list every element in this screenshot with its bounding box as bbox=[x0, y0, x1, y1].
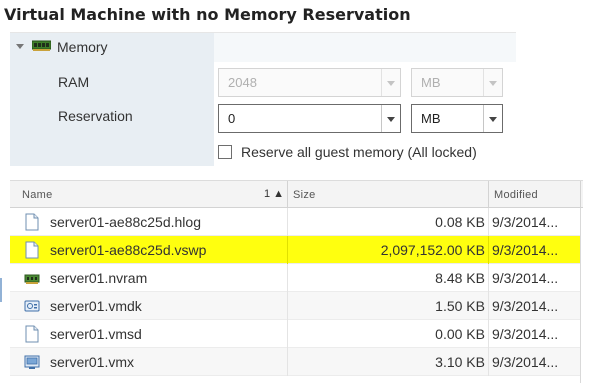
table-row[interactable]: server01.nvram 8.48 KB 9/3/2014... bbox=[10, 264, 580, 292]
file-modified: 9/3/2014... bbox=[492, 270, 559, 286]
datastore-file-table: Name 1 ▲ Size Modified server01-ae88c25d… bbox=[10, 180, 583, 383]
ram-value-combobox: 2048 bbox=[218, 68, 401, 97]
reservation-label: Reservation bbox=[58, 108, 133, 124]
table-row[interactable]: server01.vmdk 1.50 KB 9/3/2014... bbox=[10, 292, 580, 320]
file-modified: 9/3/2014... bbox=[492, 298, 559, 314]
expand-toggle-icon[interactable] bbox=[16, 44, 24, 49]
table-row[interactable]: server01-ae88c25d.hlog 0.08 KB 9/3/2014.… bbox=[10, 208, 580, 236]
reservation-unit-select[interactable]: MB bbox=[411, 104, 503, 133]
ram-unit-select: MB bbox=[411, 68, 503, 97]
ram-dropdown-arrow-icon bbox=[381, 69, 400, 96]
reservation-dropdown-arrow-icon[interactable] bbox=[381, 105, 400, 132]
reserve-all-memory-label[interactable]: Reserve all guest memory (All locked) bbox=[241, 144, 477, 160]
file-icon bbox=[25, 325, 39, 343]
page-title: Virtual Machine with no Memory Reservati… bbox=[4, 5, 411, 24]
virtual-disk-icon bbox=[24, 300, 40, 312]
file-size: 2,097,152.00 KB bbox=[380, 242, 485, 258]
file-size: 3.10 KB bbox=[435, 354, 485, 370]
file-size: 8.48 KB bbox=[435, 270, 485, 286]
table-row[interactable]: server01.vmsd 0.00 KB 9/3/2014... bbox=[10, 320, 580, 348]
file-size: 0.00 KB bbox=[435, 326, 485, 342]
file-name: server01-ae88c25d.vswp bbox=[50, 242, 207, 258]
ram-label: RAM bbox=[58, 74, 90, 90]
reserve-all-memory-checkbox[interactable] bbox=[218, 145, 232, 159]
file-size: 1.50 KB bbox=[435, 298, 485, 314]
file-modified: 9/3/2014... bbox=[492, 242, 559, 258]
reservation-value-combobox[interactable]: 0 bbox=[218, 104, 401, 133]
file-size: 0.08 KB bbox=[435, 214, 485, 230]
column-header-size[interactable]: Size bbox=[293, 189, 316, 201]
nvram-chip-icon bbox=[24, 274, 40, 284]
column-resize-handle[interactable] bbox=[287, 181, 288, 207]
ram-unit: MB bbox=[421, 75, 441, 90]
file-name: server01.vmdk bbox=[50, 298, 142, 314]
memory-section-label: Memory bbox=[57, 39, 108, 55]
table-row[interactable]: server01-ae88c25d.vswp 2,097,152.00 KB 9… bbox=[10, 236, 580, 264]
selection-marker bbox=[0, 278, 2, 302]
memory-section-header[interactable]: Memory bbox=[10, 32, 516, 62]
memory-settings-panel: Memory RAM Reservation 2048 MB 0 MB Rese… bbox=[10, 32, 516, 166]
file-name: server01.nvram bbox=[50, 270, 148, 286]
column-header-name[interactable]: Name bbox=[22, 189, 53, 201]
sort-ascending-icon[interactable]: 1 ▲ bbox=[264, 188, 284, 200]
table-header: Name 1 ▲ Size Modified bbox=[10, 180, 583, 208]
file-modified: 9/3/2014... bbox=[492, 354, 559, 370]
reservation-value[interactable]: 0 bbox=[228, 111, 235, 126]
vm-config-icon bbox=[24, 355, 40, 369]
file-icon bbox=[25, 213, 39, 231]
file-name: server01.vmsd bbox=[50, 326, 142, 342]
file-icon bbox=[25, 241, 39, 259]
column-resize-handle[interactable] bbox=[488, 181, 489, 207]
column-resize-handle[interactable] bbox=[580, 181, 581, 207]
table-scrollbar-edge[interactable] bbox=[580, 208, 581, 383]
column-header-modified[interactable]: Modified bbox=[494, 189, 538, 201]
memory-chip-icon bbox=[32, 40, 51, 51]
reservation-unit-dropdown-arrow-icon[interactable] bbox=[483, 105, 502, 132]
file-name: server01.vmx bbox=[50, 354, 135, 370]
reservation-unit: MB bbox=[421, 111, 441, 126]
ram-value: 2048 bbox=[228, 75, 257, 90]
ram-unit-dropdown-arrow-icon bbox=[483, 69, 502, 96]
file-modified: 9/3/2014... bbox=[492, 326, 559, 342]
file-modified: 9/3/2014... bbox=[492, 214, 559, 230]
table-row[interactable]: server01.vmx 3.10 KB 9/3/2014... bbox=[10, 348, 580, 376]
file-name: server01-ae88c25d.hlog bbox=[50, 214, 201, 230]
